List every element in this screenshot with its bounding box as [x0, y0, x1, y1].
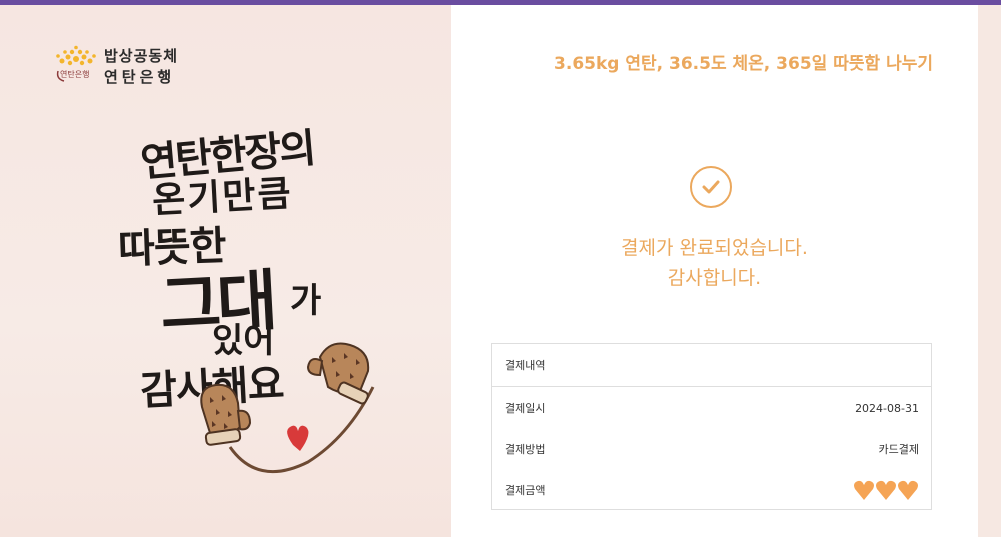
heart-icon	[876, 480, 896, 500]
payment-date-value: 2024-08-31	[855, 401, 919, 415]
payment-amount-row: 결제금액	[492, 478, 931, 502]
thank-you-message: 감사합니다.	[667, 267, 762, 289]
brand-name-line1: 밥상공동체	[104, 47, 179, 65]
payment-details-title: 결제내역	[492, 344, 931, 387]
brand-subtitle: 연탄은행	[60, 70, 90, 79]
payment-date-label: 결제일시	[505, 402, 546, 415]
payment-complete-message: 결제가 완료되었습니다.	[621, 237, 808, 259]
payment-method-label: 결제방법	[505, 443, 546, 456]
payment-amount-value	[853, 479, 919, 501]
heart-icon	[287, 425, 309, 451]
promo-panel: 연탄은행 밥상공동체 연탄은행 연탄한장의 온기만큼 따뜻한 그대 가 있어 감…	[0, 5, 451, 537]
campaign-tagline: 3.65kg 연탄, 36.5도 체온, 365일 따뜻함 나누기	[554, 54, 933, 74]
right-mitten-icon	[306, 342, 370, 405]
payment-date-row: 결제일시 2024-08-31	[492, 396, 931, 420]
heart-icon	[854, 480, 874, 500]
payment-amount-label: 결제금액	[505, 484, 546, 497]
brand-logo[interactable]: 연탄은행 밥상공동체 연탄은행	[52, 41, 212, 91]
payment-result-card: 3.65kg 연탄, 36.5도 체온, 365일 따뜻함 나누기 결제가 완료…	[451, 5, 978, 537]
mittens-illustration	[200, 342, 375, 474]
heart-icon	[898, 480, 918, 500]
check-circle-icon	[690, 166, 732, 208]
payment-details-table: 결제내역 결제일시 2024-08-31 결제방법 카드결제 결제금액	[491, 343, 932, 510]
payment-method-row: 결제방법 카드결제	[492, 437, 931, 461]
left-mitten-icon	[200, 383, 252, 446]
calligraphy-line-4b: 가	[290, 281, 322, 321]
payment-method-value: 카드결제	[878, 443, 919, 456]
brand-name-line2: 연탄은행	[104, 68, 176, 86]
page-right-margin	[978, 5, 1001, 537]
